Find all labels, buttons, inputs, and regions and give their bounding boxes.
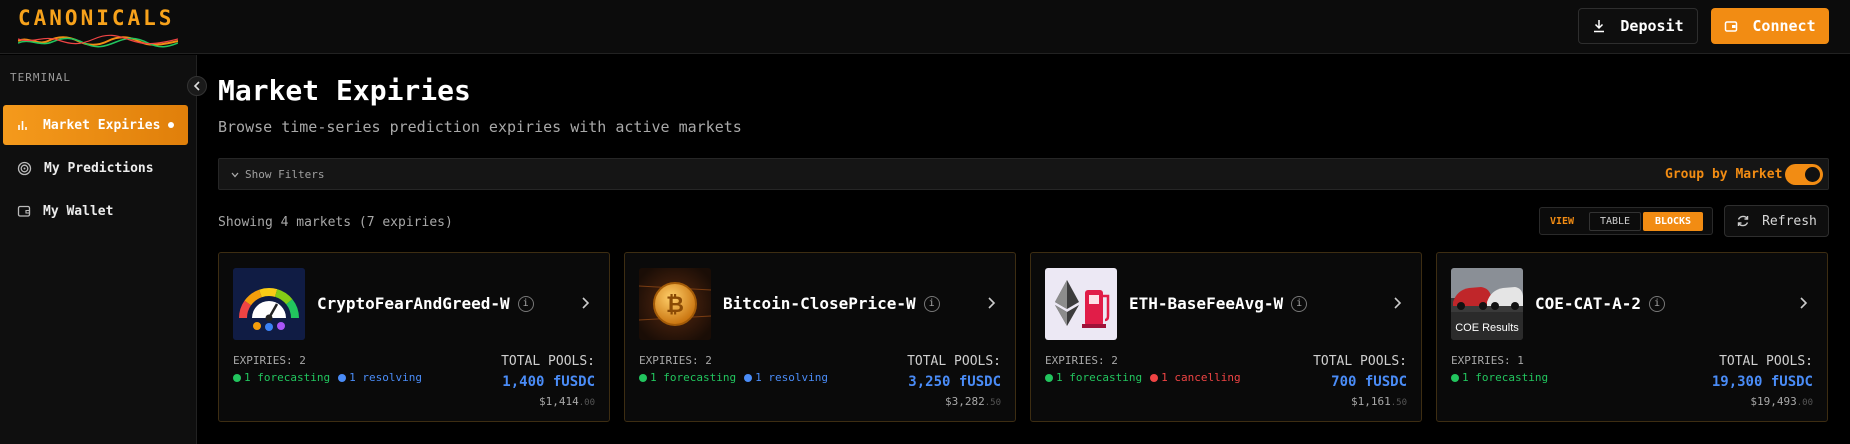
info-icon[interactable]: i — [923, 295, 940, 312]
market-name: COE-CAT-A-2 i — [1535, 294, 1665, 313]
toggle-knob — [1805, 167, 1820, 182]
sidebar-collapse-button[interactable] — [187, 76, 207, 96]
deposit-button[interactable]: Deposit — [1578, 8, 1698, 44]
sidebar-item-label: My Wallet — [43, 203, 114, 219]
status-forecasting: 1 forecasting — [1045, 371, 1142, 384]
download-icon — [1594, 20, 1605, 33]
show-filters-toggle[interactable]: Show Filters — [231, 168, 324, 181]
total-pools-label: TOTAL POOLS: — [907, 354, 1001, 369]
group-by-market-label: Group by Market — [1665, 167, 1783, 182]
total-pools-usd: $1,161.50 — [1350, 395, 1407, 408]
total-pools-value: 700 fUSDC — [1331, 374, 1407, 390]
total-pools-usd: $19,493.00 — [1750, 395, 1813, 408]
status-cancelling: 1 cancelling — [1150, 371, 1241, 384]
status-forecasting: 1 forecasting — [1451, 371, 1548, 384]
thumb-caption: COE Results — [1455, 322, 1519, 334]
show-filters-label: Show Filters — [245, 168, 325, 181]
status-list: 1 forecasting 1 resolving — [639, 371, 828, 384]
filter-bar: Show Filters Group by Market — [218, 158, 1829, 190]
bitcoin-coin-icon: ₿ — [639, 268, 711, 340]
brand-wave-icon — [18, 34, 178, 48]
refresh-label: Refresh — [1762, 213, 1817, 229]
info-icon[interactable]: i — [1291, 295, 1308, 312]
total-pools-label: TOTAL POOLS: — [1719, 354, 1813, 369]
status-resolving: 1 resolving — [338, 371, 422, 384]
total-pools-value: 3,250 fUSDC — [908, 374, 1001, 390]
market-card-eth-base-fee[interactable]: ETH-BaseFeeAvg-W i EXPIRIES: 2 1 forecas… — [1030, 252, 1422, 422]
info-icon[interactable]: i — [1648, 295, 1665, 312]
sidebar-item-my-wallet[interactable]: My Wallet — [3, 191, 188, 231]
sidebar-section-label: TERMINAL — [10, 71, 71, 84]
market-name: Bitcoin-ClosePrice-W i — [723, 294, 940, 313]
status-forecasting: 1 forecasting — [233, 371, 330, 384]
coe-results-cars-icon: COE Results — [1451, 268, 1523, 340]
brand-name: CANONICALS — [18, 6, 175, 30]
market-card-bitcoin-close-price[interactable]: ₿ Bitcoin-ClosePrice-W i EXPIRIES: 2 1 f… — [624, 252, 1016, 422]
expiries-count: EXPIRIES: 2 — [639, 354, 712, 367]
total-pools-label: TOTAL POOLS: — [1313, 354, 1407, 369]
target-icon — [17, 161, 32, 175]
sidebar: TERMINAL Market Expiries My Predictions … — [0, 55, 197, 444]
market-card-coe-cat-a-2[interactable]: COE Results COE-CAT-A-2 i EXPIRIES: 1 1 … — [1436, 252, 1828, 422]
chevron-right-icon[interactable] — [581, 296, 591, 310]
ethereum-gas-pump-icon — [1045, 268, 1117, 340]
chevron-down-icon — [231, 172, 239, 177]
brand-logo[interactable]: CANONICALS — [18, 6, 178, 48]
sidebar-item-label: Market Expiries — [43, 117, 161, 133]
chevron-right-icon[interactable] — [1393, 296, 1403, 310]
info-icon[interactable]: i — [517, 295, 534, 312]
total-pools-usd: $3,282.50 — [944, 395, 1001, 408]
fear-greed-gauge-icon — [233, 268, 305, 340]
total-pools-value: 19,300 fUSDC — [1711, 374, 1813, 390]
view-blocks-button[interactable]: BLOCKS — [1643, 212, 1703, 231]
market-name-text: ETH-BaseFeeAvg-W — [1129, 294, 1284, 313]
refresh-icon — [1737, 215, 1749, 227]
connect-button[interactable]: Connect — [1711, 8, 1829, 44]
market-name-text: Bitcoin-ClosePrice-W — [723, 294, 916, 313]
view-label: VIEW — [1550, 216, 1575, 227]
sidebar-item-my-predictions[interactable]: My Predictions — [3, 148, 188, 188]
status-resolving: 1 resolving — [744, 371, 828, 384]
market-card-crypto-fear-greed[interactable]: CryptoFearAndGreed-W i EXPIRIES: 2 1 for… — [218, 252, 610, 422]
group-by-market-toggle[interactable] — [1785, 164, 1823, 185]
market-name-text: COE-CAT-A-2 — [1535, 294, 1641, 313]
page-subtitle: Browse time-series prediction expiries w… — [218, 118, 742, 136]
wallet-icon — [1725, 21, 1738, 32]
total-pools-label: TOTAL POOLS: — [501, 354, 595, 369]
showing-count: Showing 4 markets (7 expiries) — [218, 215, 453, 230]
market-name-text: CryptoFearAndGreed-W — [317, 294, 510, 313]
view-switcher: VIEW TABLE BLOCKS — [1539, 207, 1713, 235]
total-pools-value: 1,400 fUSDC — [502, 374, 595, 390]
status-forecasting: 1 forecasting — [639, 371, 736, 384]
sidebar-item-label: My Predictions — [44, 160, 154, 176]
page-title: Market Expiries — [218, 74, 471, 107]
deposit-label: Deposit — [1620, 17, 1684, 35]
svg-text:₿: ₿ — [666, 293, 684, 318]
expiries-count: EXPIRIES: 1 — [1451, 354, 1524, 367]
connect-label: Connect — [1752, 17, 1816, 35]
chevron-left-icon — [193, 81, 200, 91]
total-pools-usd: $1,414.00 — [538, 395, 595, 408]
market-name: CryptoFearAndGreed-W i — [317, 294, 534, 313]
top-bar: CANONICALS Deposit Connect — [0, 0, 1850, 54]
expiries-count: EXPIRIES: 2 — [233, 354, 306, 367]
wallet-icon — [17, 205, 31, 217]
refresh-button[interactable]: Refresh — [1724, 205, 1829, 237]
active-indicator-dot — [168, 122, 174, 128]
expiries-count: EXPIRIES: 2 — [1045, 354, 1118, 367]
chevron-right-icon[interactable] — [987, 296, 997, 310]
sidebar-item-market-expiries[interactable]: Market Expiries — [3, 105, 188, 145]
status-list: 1 forecasting 1 resolving — [233, 371, 422, 384]
status-list: 1 forecasting — [1451, 371, 1548, 384]
status-list: 1 forecasting 1 cancelling — [1045, 371, 1241, 384]
bar-chart-icon — [18, 121, 27, 130]
view-table-button[interactable]: TABLE — [1589, 212, 1641, 231]
market-name: ETH-BaseFeeAvg-W i — [1129, 294, 1308, 313]
chevron-right-icon[interactable] — [1799, 296, 1809, 310]
